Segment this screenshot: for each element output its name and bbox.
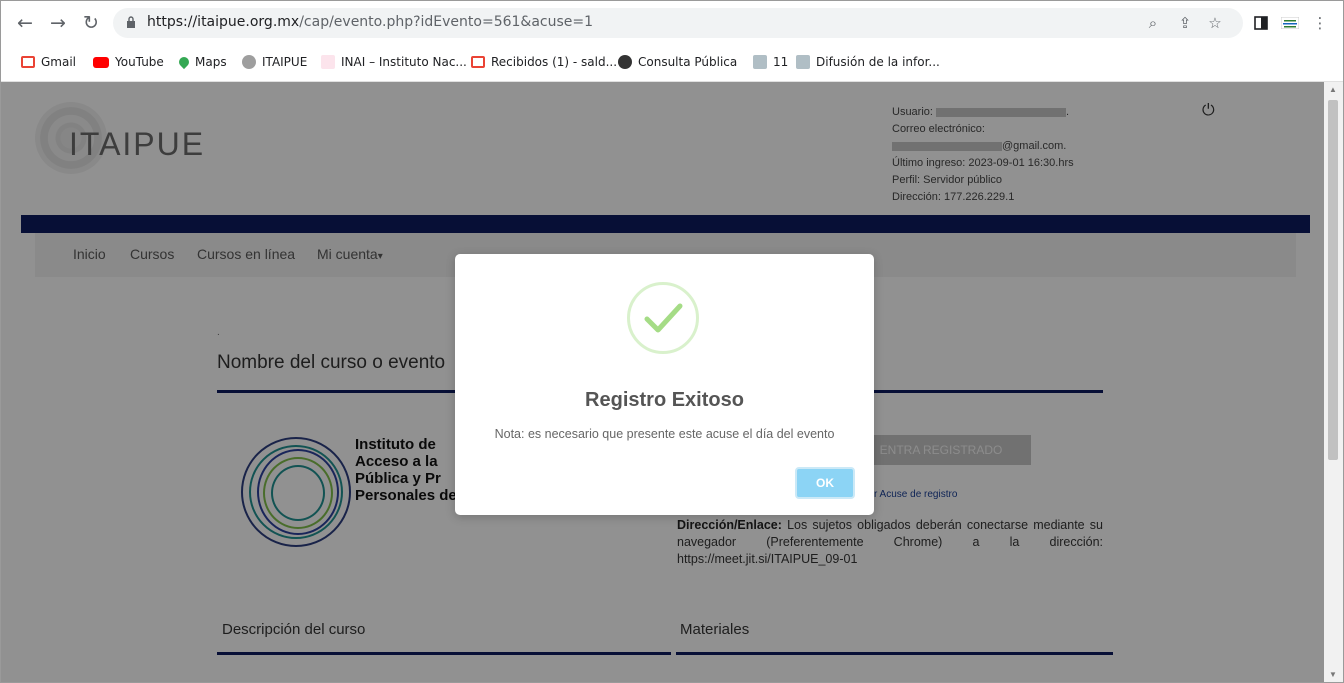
success-dialog: Registro Exitoso Nota: es necesario que … — [455, 254, 874, 515]
success-check-icon — [627, 282, 699, 354]
bookmark-difusion[interactable]: Difusión de la infor... — [796, 55, 940, 69]
inai-icon — [321, 55, 335, 69]
dialog-text: Nota: es necesario que presente este acu… — [494, 427, 835, 441]
kebab-menu-icon[interactable]: ⋮ — [1310, 13, 1330, 33]
bookmarks-bar: Gmail YouTube Maps ITAIPUE INAI – Instit… — [1, 47, 1343, 82]
itaipue-icon — [242, 55, 256, 69]
bookmark-11[interactable]: 11 — [753, 55, 788, 69]
bookmark-itaipue[interactable]: ITAIPUE — [242, 55, 307, 69]
image-icon — [753, 55, 767, 69]
bookmark-gmail[interactable]: Gmail — [21, 55, 76, 69]
ok-button[interactable]: OK — [795, 467, 855, 499]
scrollbar[interactable]: ▲ ▼ — [1324, 82, 1343, 682]
bookmark-consulta[interactable]: Consulta Pública — [618, 55, 737, 69]
browser-toolbar: ← → ↻ https://itaipue.org.mx/cap/evento.… — [1, 1, 1343, 47]
url-text: https://itaipue.org.mx/cap/evento.php?id… — [147, 14, 594, 30]
dialog-title: Registro Exitoso — [585, 389, 744, 411]
extension-icon[interactable] — [1280, 13, 1300, 33]
youtube-icon — [93, 56, 109, 68]
bookmark-youtube[interactable]: YouTube — [93, 55, 164, 69]
bookmark-inai[interactable]: INAI – Instituto Nac... — [321, 55, 467, 69]
forward-icon[interactable]: → — [46, 11, 70, 35]
scroll-thumb[interactable] — [1328, 100, 1338, 460]
address-bar[interactable]: https://itaipue.org.mx/cap/evento.php?id… — [113, 8, 1243, 38]
share-icon[interactable]: ⇪ — [1175, 13, 1195, 33]
bookmark-maps[interactable]: Maps — [176, 54, 227, 70]
globe-icon — [618, 55, 632, 69]
zoom-icon[interactable]: ⌕ — [1143, 13, 1163, 33]
bookmark-recibidos[interactable]: Recibidos (1) - sald... — [471, 55, 617, 69]
lock-icon — [127, 16, 135, 28]
back-icon[interactable]: ← — [13, 11, 37, 35]
bookmark-star-icon[interactable]: ☆ — [1205, 13, 1225, 33]
scroll-up-icon[interactable]: ▲ — [1329, 85, 1337, 94]
gmail-icon — [21, 56, 35, 68]
reload-icon[interactable]: ↻ — [79, 11, 103, 35]
browser-window: ← → ↻ https://itaipue.org.mx/cap/evento.… — [0, 0, 1344, 683]
gmail-icon — [471, 56, 485, 68]
image-icon — [796, 55, 810, 69]
maps-pin-icon — [176, 54, 192, 70]
side-panel-icon[interactable] — [1251, 13, 1271, 33]
scroll-down-icon[interactable]: ▼ — [1329, 670, 1337, 679]
